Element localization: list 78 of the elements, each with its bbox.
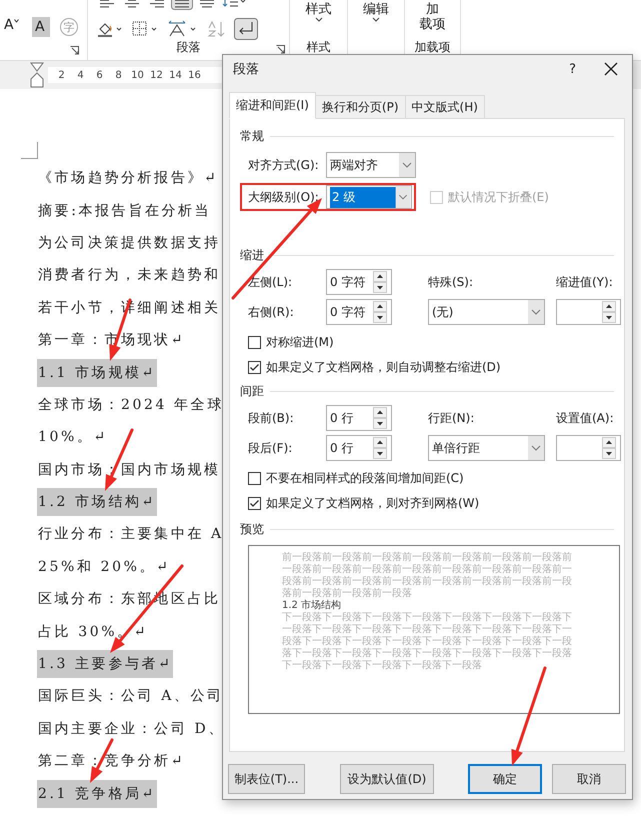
spin-field[interactable] [556,299,621,325]
group-label: 加载项 [414,39,452,56]
close-icon[interactable] [604,62,618,76]
group-label: 样式 [306,39,332,56]
preview-text: 1.2 市场结构 [282,600,342,612]
checkbox[interactable]: 如果定义了文档网格，则对齐到网格(W) [240,495,614,511]
text-line: 10%。↵ [37,429,109,446]
spin-field[interactable] [556,435,621,461]
field-label: 缩进值(Y): [556,274,614,290]
checkbox-icon[interactable] [248,472,261,484]
ribbon-button[interactable]: 样式 [306,2,332,17]
spin-arrows-icon[interactable] [602,301,616,323]
checkbox[interactable]: 对称缩进(M) [240,334,614,350]
dialog-title: 段落 [233,61,259,78]
spin-field[interactable]: 0 行 [326,405,392,431]
text-boundary-mark [21,142,38,159]
dialog-launcher-icon[interactable] [276,45,285,54]
field-label: 右侧(R): [248,304,295,320]
dialog-button[interactable]: 设为默认值(D) [340,764,434,794]
text-line: 摘要:本报告旨在分析当 [37,202,212,219]
tab[interactable]: 缩进和间距(I) [229,92,316,119]
tab[interactable]: 中文版式(H) [404,95,485,119]
field-label: 设置值(A): [556,410,615,426]
group-label: 段落 [176,40,200,54]
character-shading-button[interactable]: A [32,17,50,37]
section-title: 缩进 [240,246,264,264]
section-title: 间距 [240,382,264,400]
checkbox-icon[interactable] [248,360,261,374]
spin-field[interactable]: 0 字符 [326,299,392,325]
checkbox-icon[interactable] [248,496,261,510]
dropdown[interactable]: 单倍行距 [428,435,545,461]
field-label: 段前(B): [248,410,295,426]
text-line: 消费者行为，未来趋势和 [37,267,222,284]
dropdown[interactable]: 两端对齐 [326,152,416,178]
text-line: 25%和 20%。↵ [37,558,172,575]
dialog-button[interactable]: 制表位(T)... [228,764,305,794]
ribbon-button[interactable]: 编辑 [363,2,389,17]
text-line: 国内主要企业：公司 D、 [37,720,226,737]
caret-icon [14,19,19,23]
section-title: 预览 [240,520,264,538]
checkbox[interactable]: 不要在相同样式的段落间增加间距(C) [240,470,614,486]
spin-field[interactable]: 0 行 [326,435,392,461]
dropdown[interactable]: (无) [428,299,545,325]
text-line: 国际巨头：公司 A、公司 [37,688,225,704]
text-line: 为公司决策提供数据支持 [37,234,222,251]
checkbox[interactable]: 如果定义了文档网格，则自动调整右缩进(D) [240,359,614,375]
caret-icon [314,17,322,22]
field-label: 行距(N): [428,410,476,426]
dropdown[interactable]: 2 级 [326,185,412,209]
spin-arrows-icon[interactable] [373,301,387,323]
ribbon-button[interactable]: 加 载项 [420,2,446,32]
text-line: 第二章：竞争分析↵ [37,753,186,770]
field-label: 对齐方式(G): [248,156,320,174]
indent-marker-icon[interactable] [30,62,44,88]
grow-font-button[interactable]: A [4,17,22,37]
field-label: 段后(F): [248,440,294,456]
preview-text: 前一段落前一段落前一段落前一段落前一段落前一段落前一段落前一段落前一段落前一段落前一段落前一段落前一段落前一段落前一段落前一段落前一段落前一段落前一段落前一段落前一段落前一段落前一段落前一段落前一段落 [282,552,572,600]
checkbox-icon[interactable] [248,336,261,348]
field-label: 大纲级别(O): [247,188,320,206]
text-line: 全球市场：2024 年全球 [37,396,225,413]
section-title: 常规 [240,128,264,144]
field-label: 特殊(S): [428,274,474,290]
spin-arrows-icon[interactable] [373,437,387,459]
text-line: 行业分布：主要集中在 A [37,526,225,542]
spin-arrows-icon[interactable] [373,271,387,293]
pointer-arrow [105,428,134,491]
spin-arrows-icon[interactable] [373,407,387,429]
show-marks-icon[interactable] [234,18,258,40]
preview-text: 下一段落下一段落下一段落下一段落下一段落下一段落下一段落下一段落下一段落下一段落下一段落下一段落下一段落下一段落下一段落下一段落下一段落下一段落下一段落下一段落下一段落下一段落下一段落下一段落下一段落下一段落下一段落下一段落下一段落下一段落下一段落下一段落下一段落下一段落 [282,612,572,672]
text-line: 《市场趋势分析报告》↵ [37,170,220,186]
dialog-button[interactable]: 取消 [552,764,626,794]
caret-icon [372,17,380,22]
spin-arrows-icon[interactable] [602,437,616,459]
text-line: 占比 30%。↵ [37,624,150,640]
dialog-button[interactable]: 确定 [468,764,542,794]
dialog-launcher-icon[interactable] [70,46,79,55]
spin-field[interactable]: 0 字符 [326,269,392,295]
help-button[interactable]: ? [569,62,576,76]
